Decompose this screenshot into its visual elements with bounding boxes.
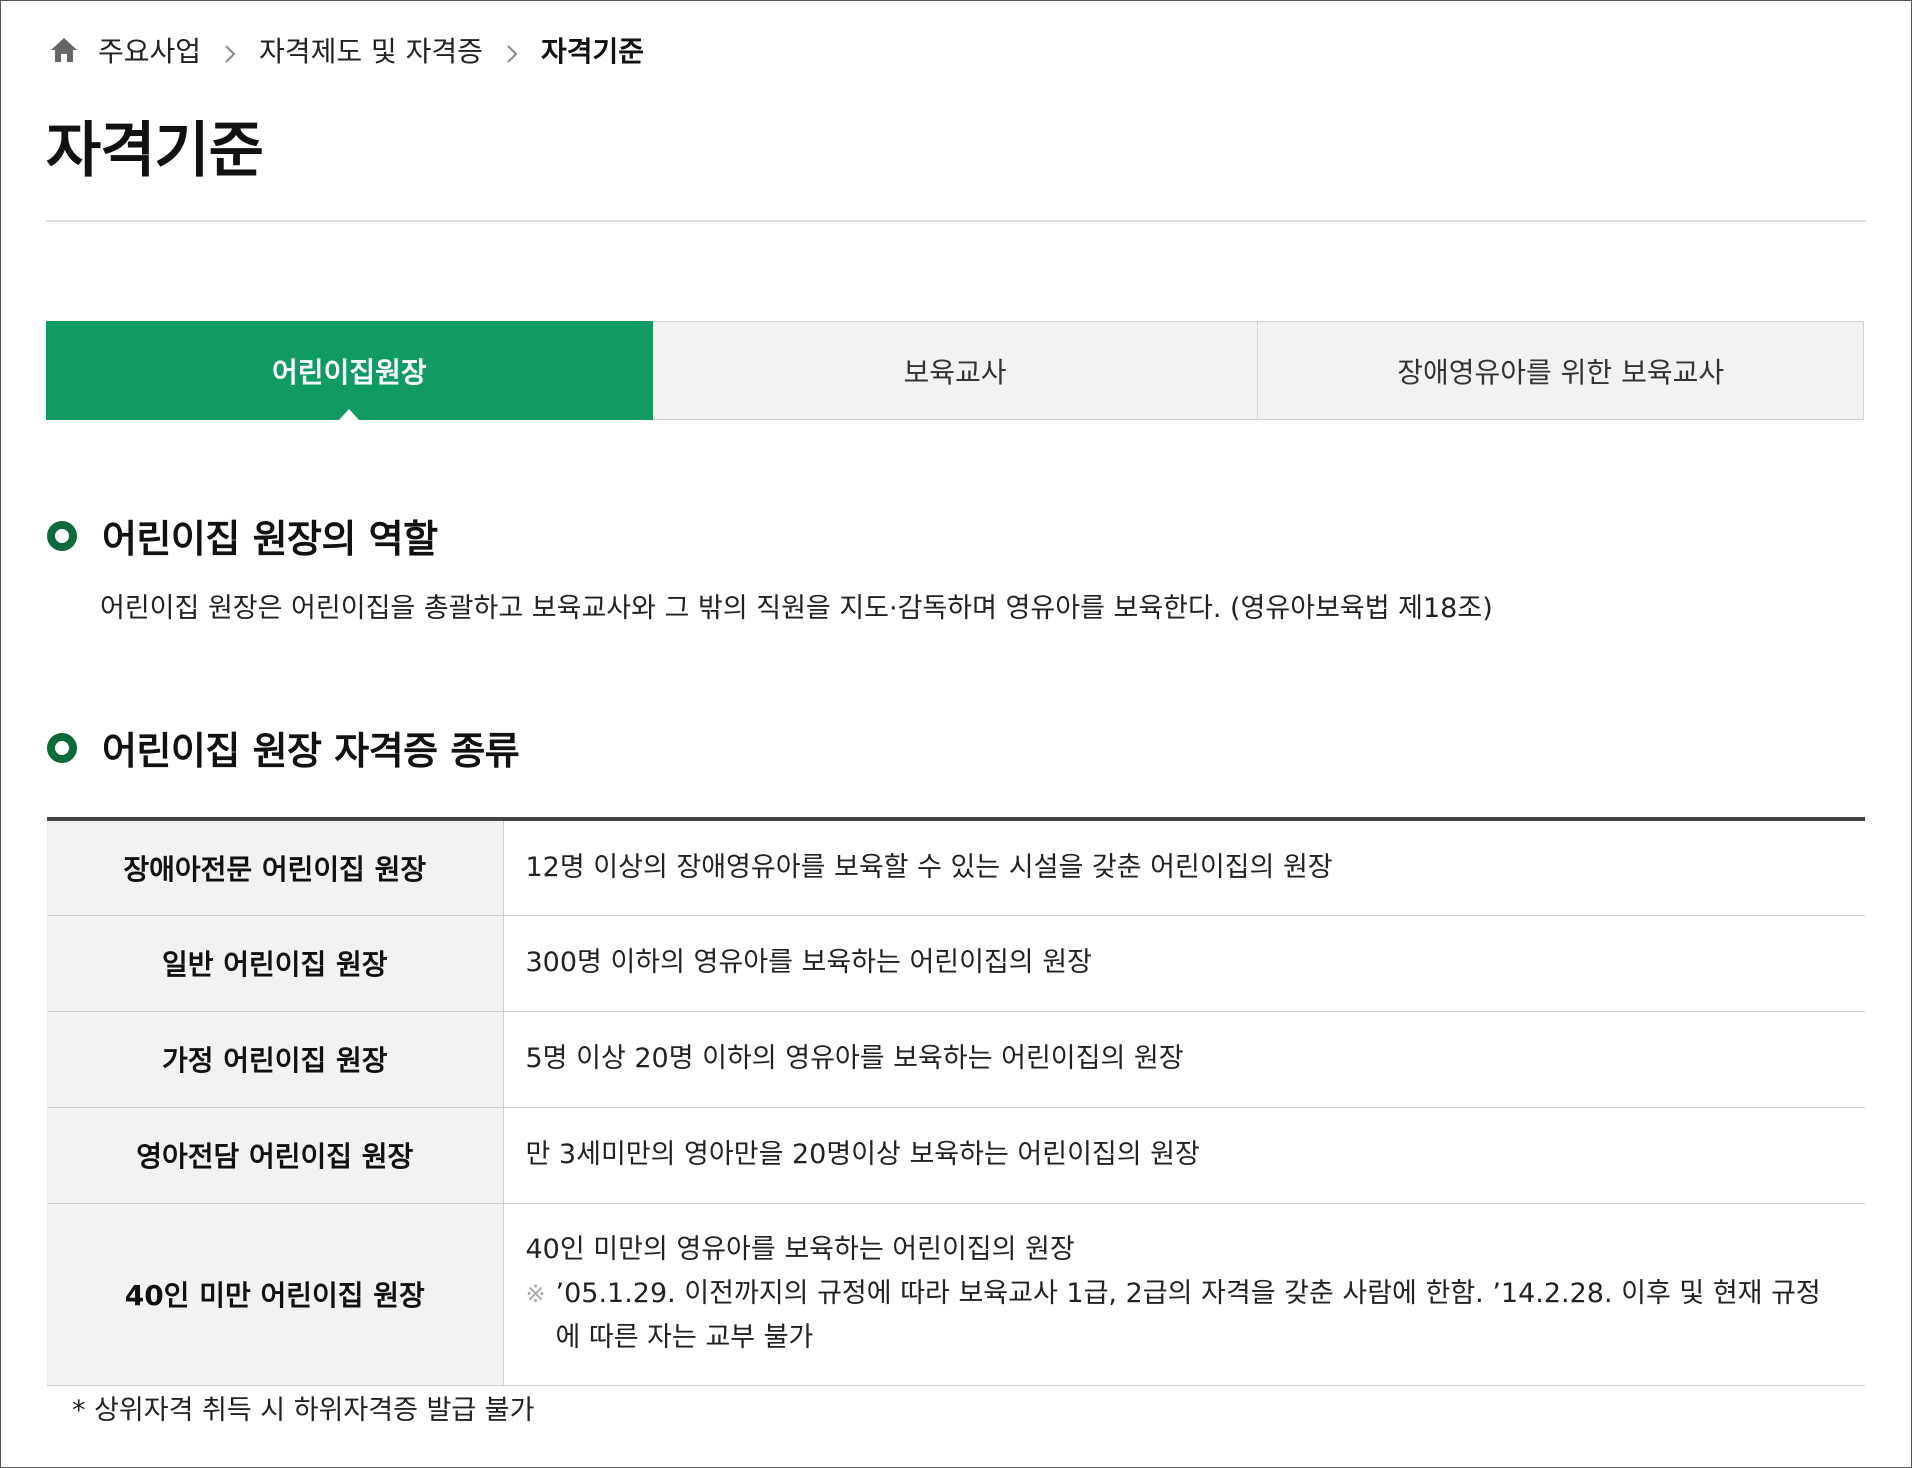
table-row: 장애아전문 어린이집 원장 12명 이상의 장애영유아를 보육할 수 있는 시설… (47, 819, 1865, 916)
footnote: * 상위자격 취득 시 하위자격증 발급 불가 (72, 1395, 535, 1426)
home-icon[interactable] (48, 34, 80, 66)
row-description: 5명 이상 20명 이하의 영유아를 보육하는 어린이집의 원장 (503, 1011, 1865, 1108)
row-header: 영아전담 어린이집 원장 (47, 1107, 504, 1204)
section-role-description: 어린이집 원장은 어린이집을 총괄하고 보육교사와 그 밖의 직원을 지도·감독… (100, 593, 1493, 624)
page-title: 자격기준 (46, 116, 264, 186)
section-role-heading: 어린이집 원장의 역할 (46, 508, 438, 563)
section-types-title: 어린이집 원장 자격증 종류 (102, 729, 520, 773)
table-row: 일반 어린이집 원장 300명 이하의 영유아를 보육하는 어린이집의 원장 (47, 915, 1865, 1012)
section-role-title: 어린이집 원장의 역할 (102, 517, 438, 561)
ring-bullet-icon (46, 732, 78, 764)
row-note: ※ ’05.1.29. 이전까지의 규정에 따라 보육교사 1급, 2급의 자격… (526, 1272, 1846, 1360)
reference-mark-icon: ※ (525, 1280, 546, 1308)
section-types-heading: 어린이집 원장 자격증 종류 (46, 720, 520, 775)
table-row: 영아전담 어린이집 원장 만 3세미만의 영아만을 20명이상 보육하는 어린이… (47, 1107, 1865, 1204)
table-row: 가정 어린이집 원장 5명 이상 20명 이하의 영유아를 보육하는 어린이집의… (47, 1011, 1865, 1108)
breadcrumb: 주요사업 자격제도 및 자격증 자격기준 (48, 30, 644, 70)
chevron-right-icon (223, 39, 237, 63)
row-description: 300명 이하의 영유아를 보육하는 어린이집의 원장 (503, 915, 1865, 1012)
title-divider (46, 220, 1866, 222)
row-note-text: ’05.1.29. 이전까지의 규정에 따라 보육교사 1급, 2급의 자격을 … (555, 1278, 1821, 1353)
row-header: 가정 어린이집 원장 (47, 1011, 504, 1108)
chevron-right-icon (505, 39, 519, 63)
row-description-cell: 40인 미만의 영유아를 보육하는 어린이집의 원장 ※ ’05.1.29. 이… (503, 1203, 1865, 1386)
row-description: 40인 미만의 영유아를 보육하는 어린이집의 원장 (525, 1234, 1075, 1265)
breadcrumb-link-qualification[interactable]: 자격제도 및 자격증 (259, 30, 483, 70)
tab-teacher[interactable]: 보육교사 (652, 321, 1259, 420)
row-header: 40인 미만 어린이집 원장 (47, 1203, 504, 1386)
tab-director[interactable]: 어린이집원장 (46, 321, 653, 420)
row-description: 만 3세미만의 영아만을 20명이상 보육하는 어린이집의 원장 (503, 1107, 1865, 1204)
ring-bullet-icon (46, 520, 78, 552)
breadcrumb-current: 자격기준 (540, 35, 644, 68)
breadcrumb-link-business[interactable]: 주요사업 (98, 30, 201, 70)
row-description: 12명 이상의 장애영유아를 보육할 수 있는 시설을 갖춘 어린이집의 원장 (503, 819, 1865, 916)
qualification-table: 장애아전문 어린이집 원장 12명 이상의 장애영유아를 보육할 수 있는 시설… (47, 817, 1865, 1386)
tab-bar: 어린이집원장 보육교사 장애영유아를 위한 보육교사 (46, 321, 1865, 420)
row-header: 장애아전문 어린이집 원장 (47, 819, 504, 916)
tab-special-teacher[interactable]: 장애영유아를 위한 보육교사 (1258, 321, 1865, 420)
row-header: 일반 어린이집 원장 (47, 915, 504, 1012)
table-row: 40인 미만 어린이집 원장 40인 미만의 영유아를 보육하는 어린이집의 원… (47, 1203, 1865, 1386)
